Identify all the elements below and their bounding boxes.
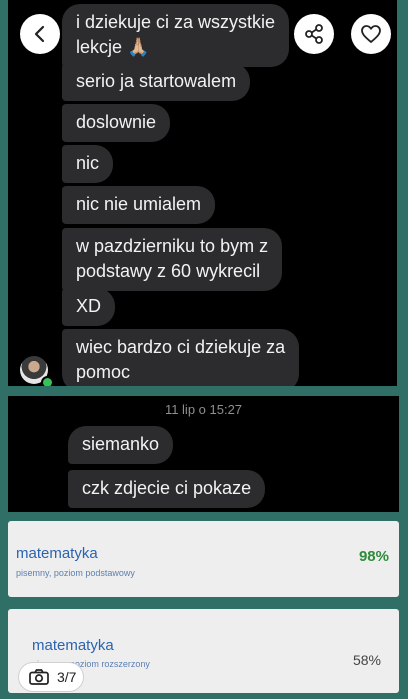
message-timestamp: 11 lip o 15:27 xyxy=(164,402,243,417)
chat-screenshot-bottom: 11 lip o 15:27 siemanko czk zdjecie ci p… xyxy=(8,396,399,512)
message-bubble: w pazdzierniku to bym z podstawy z 60 wy… xyxy=(62,228,283,291)
chat-screenshot-top: i dziekuje ci za wszystkie lekcje 🙏🏼 ser… xyxy=(8,0,397,386)
message-bubble: siemanko xyxy=(68,426,174,464)
back-button[interactable] xyxy=(20,14,60,54)
exam-level: pisemny, poziom podstawowy xyxy=(16,568,135,578)
share-button[interactable] xyxy=(294,14,334,54)
message-bubble: i dziekuje ci za wszystkie lekcje 🙏🏼 xyxy=(62,4,290,67)
subject-name: matematyka xyxy=(32,637,114,654)
message-bubble: nic xyxy=(62,145,114,183)
message-bubble: doslownie xyxy=(62,104,171,142)
subject-name: matematyka xyxy=(16,545,98,562)
message-bubble: nic nie umialem xyxy=(62,186,216,224)
online-status-dot xyxy=(41,376,54,386)
message-bubble: czk zdjecie ci pokaze xyxy=(68,470,266,508)
message-bubble: wiec bardzo ci dziekuje za pomoc xyxy=(62,329,300,386)
grade-percent: 58% xyxy=(352,652,381,668)
message-bubble: serio ja startowalem xyxy=(62,63,251,101)
image-counter-text: 3/7 xyxy=(57,669,77,685)
message-bubble: XD xyxy=(62,288,116,326)
grade-card-basic: matematyka pisemny, poziom podstawowy 98… xyxy=(8,521,399,597)
grade-percent: 98% xyxy=(358,548,389,565)
back-icon xyxy=(34,25,45,43)
favorite-button[interactable] xyxy=(351,14,391,54)
share-icon xyxy=(305,24,323,44)
camera-icon xyxy=(29,669,49,685)
image-counter[interactable]: 3/7 xyxy=(18,662,84,692)
heart-icon xyxy=(361,25,381,43)
